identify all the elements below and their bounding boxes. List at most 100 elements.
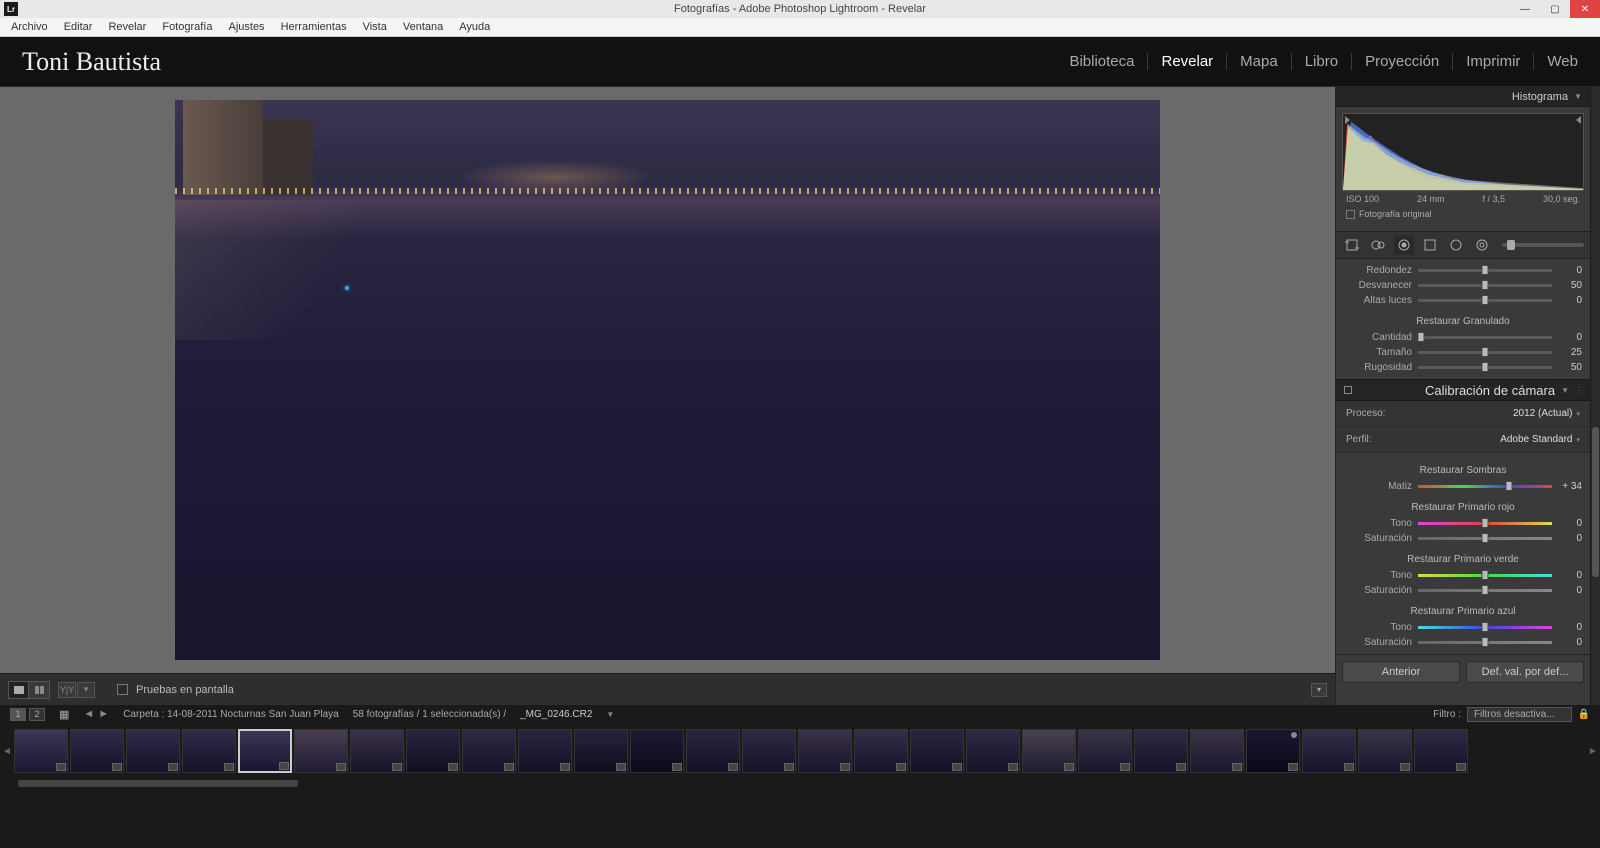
menu-ventana[interactable]: Ventana: [396, 19, 450, 35]
menu-ayuda[interactable]: Ayuda: [452, 19, 497, 35]
histogram[interactable]: [1342, 113, 1584, 191]
shadow-clip-icon[interactable]: [1345, 116, 1350, 124]
highlight-clip-icon[interactable]: [1576, 116, 1581, 124]
slider-track[interactable]: [1418, 537, 1552, 540]
slider-redondez[interactable]: Redondez0: [1344, 263, 1582, 278]
before-after-y1[interactable]: Y|Y: [58, 682, 76, 698]
filmstrip-thumb[interactable]: [14, 729, 68, 773]
slider-saturación[interactable]: Saturación0: [1344, 531, 1582, 546]
filter-dropdown[interactable]: Filtros desactiva...: [1467, 707, 1572, 722]
folder-path[interactable]: Carpeta : 14-08-2011 Nocturnas San Juan …: [123, 709, 339, 720]
slider-track[interactable]: [1418, 626, 1552, 629]
original-checkbox[interactable]: [1346, 210, 1355, 219]
filmstrip-thumb[interactable]: [742, 729, 796, 773]
slider-track[interactable]: [1418, 574, 1552, 577]
slider-track[interactable]: [1418, 366, 1552, 369]
redeye-tool-icon[interactable]: [1394, 235, 1414, 255]
slider-track[interactable]: [1418, 299, 1552, 302]
grad-filter-icon[interactable]: [1420, 235, 1440, 255]
filmstrip-thumb[interactable]: [1078, 729, 1132, 773]
menu-fotografía[interactable]: Fotografía: [155, 19, 219, 35]
panel-switch-icon[interactable]: [1344, 386, 1352, 394]
slider-track[interactable]: [1418, 589, 1552, 592]
before-after-dd[interactable]: ▾: [77, 682, 95, 698]
right-panel-scrollbar[interactable]: [1590, 87, 1600, 705]
loupe-view-icon[interactable]: [9, 682, 29, 698]
filmstrip-thumb[interactable]: [126, 729, 180, 773]
menu-vista[interactable]: Vista: [356, 19, 394, 35]
filmstrip-thumb[interactable]: [1190, 729, 1244, 773]
compare-view-icon[interactable]: [29, 682, 49, 698]
module-proyección[interactable]: Proyección: [1352, 53, 1453, 70]
spot-tool-icon[interactable]: [1368, 235, 1388, 255]
slider-track[interactable]: [1418, 336, 1552, 339]
filmstrip-thumb[interactable]: [294, 729, 348, 773]
slider-track[interactable]: [1418, 641, 1552, 644]
minimize-button[interactable]: —: [1510, 0, 1540, 18]
toolbar-menu[interactable]: ▾: [1311, 683, 1327, 697]
filmstrip-thumb[interactable]: [686, 729, 740, 773]
histogram-header[interactable]: Histograma ▼: [1336, 87, 1590, 107]
filmstrip-thumb[interactable]: [70, 729, 124, 773]
module-imprimir[interactable]: Imprimir: [1453, 53, 1534, 70]
crop-tool-icon[interactable]: [1342, 235, 1362, 255]
filmstrip-right[interactable]: ►: [1588, 746, 1598, 757]
filmstrip-thumb[interactable]: [910, 729, 964, 773]
filmstrip-thumb[interactable]: [574, 729, 628, 773]
grid-view-icon[interactable]: ▦: [59, 708, 69, 721]
filmstrip-thumb[interactable]: [966, 729, 1020, 773]
filmstrip-scrollbar[interactable]: [0, 779, 1600, 789]
slider-track[interactable]: [1418, 522, 1552, 525]
menu-editar[interactable]: Editar: [57, 19, 100, 35]
filmstrip-thumb[interactable]: [462, 729, 516, 773]
main-photo[interactable]: [175, 100, 1160, 660]
filmstrip-left[interactable]: ◄: [2, 746, 12, 757]
filmstrip-thumb[interactable]: [182, 729, 236, 773]
slider-track[interactable]: [1418, 351, 1552, 354]
softproof-checkbox[interactable]: [117, 684, 128, 695]
second-window-toggle[interactable]: 1: [10, 708, 26, 721]
reset-button[interactable]: Def. val. por def...: [1466, 661, 1584, 683]
radial-filter-icon[interactable]: [1446, 235, 1466, 255]
slider-rugosidad[interactable]: Rugosidad50: [1344, 360, 1582, 375]
menu-herramientas[interactable]: Herramientas: [274, 19, 354, 35]
process-row[interactable]: Proceso: 2012 (Actual) ▾: [1336, 401, 1590, 427]
maximize-button[interactable]: ▢: [1540, 0, 1570, 18]
slider-tono[interactable]: Tono0: [1344, 568, 1582, 583]
filmstrip-thumb[interactable]: [1358, 729, 1412, 773]
before-after-toggle[interactable]: Y|Y ▾: [58, 682, 95, 698]
slider-desvanecer[interactable]: Desvanecer50: [1344, 278, 1582, 293]
slider-tamaño[interactable]: Tamaño25: [1344, 345, 1582, 360]
filmstrip-thumb[interactable]: [798, 729, 852, 773]
filmstrip-thumb[interactable]: [1246, 729, 1300, 773]
filmstrip-thumb[interactable]: [350, 729, 404, 773]
module-mapa[interactable]: Mapa: [1227, 53, 1292, 70]
brush-tool-icon[interactable]: [1472, 235, 1492, 255]
slider-track[interactable]: [1418, 284, 1552, 287]
close-button[interactable]: ✕: [1570, 0, 1600, 18]
nav-back-icon[interactable]: ◄: [83, 708, 94, 720]
filmstrip-thumb[interactable]: [406, 729, 460, 773]
filter-lock-icon[interactable]: 🔒: [1578, 709, 1590, 720]
filmstrip-thumb[interactable]: [1134, 729, 1188, 773]
slider-cantidad[interactable]: Cantidad0: [1344, 330, 1582, 345]
slider-saturación[interactable]: Saturación0: [1344, 635, 1582, 650]
filmstrip-thumb[interactable]: [630, 729, 684, 773]
profile-row[interactable]: Perfil: Adobe Standard ▾: [1336, 427, 1590, 453]
tool-slider[interactable]: [1502, 243, 1584, 247]
slider-tono[interactable]: Tono0: [1344, 620, 1582, 635]
slider-track[interactable]: [1418, 485, 1552, 488]
previous-button[interactable]: Anterior: [1342, 661, 1460, 683]
module-revelar[interactable]: Revelar: [1148, 53, 1227, 70]
second-window-2[interactable]: 2: [29, 708, 45, 721]
slider-altas luces[interactable]: Altas luces0: [1344, 293, 1582, 308]
module-libro[interactable]: Libro: [1292, 53, 1352, 70]
filmstrip-thumb[interactable]: [1302, 729, 1356, 773]
filmstrip-thumb[interactable]: [1022, 729, 1076, 773]
slider-track[interactable]: [1418, 269, 1552, 272]
slider-tono[interactable]: Tono0: [1344, 516, 1582, 531]
filmstrip-thumb[interactable]: [238, 729, 292, 773]
module-biblioteca[interactable]: Biblioteca: [1056, 53, 1148, 70]
filename-dd-icon[interactable]: ▼: [606, 710, 614, 719]
module-web[interactable]: Web: [1534, 53, 1578, 70]
